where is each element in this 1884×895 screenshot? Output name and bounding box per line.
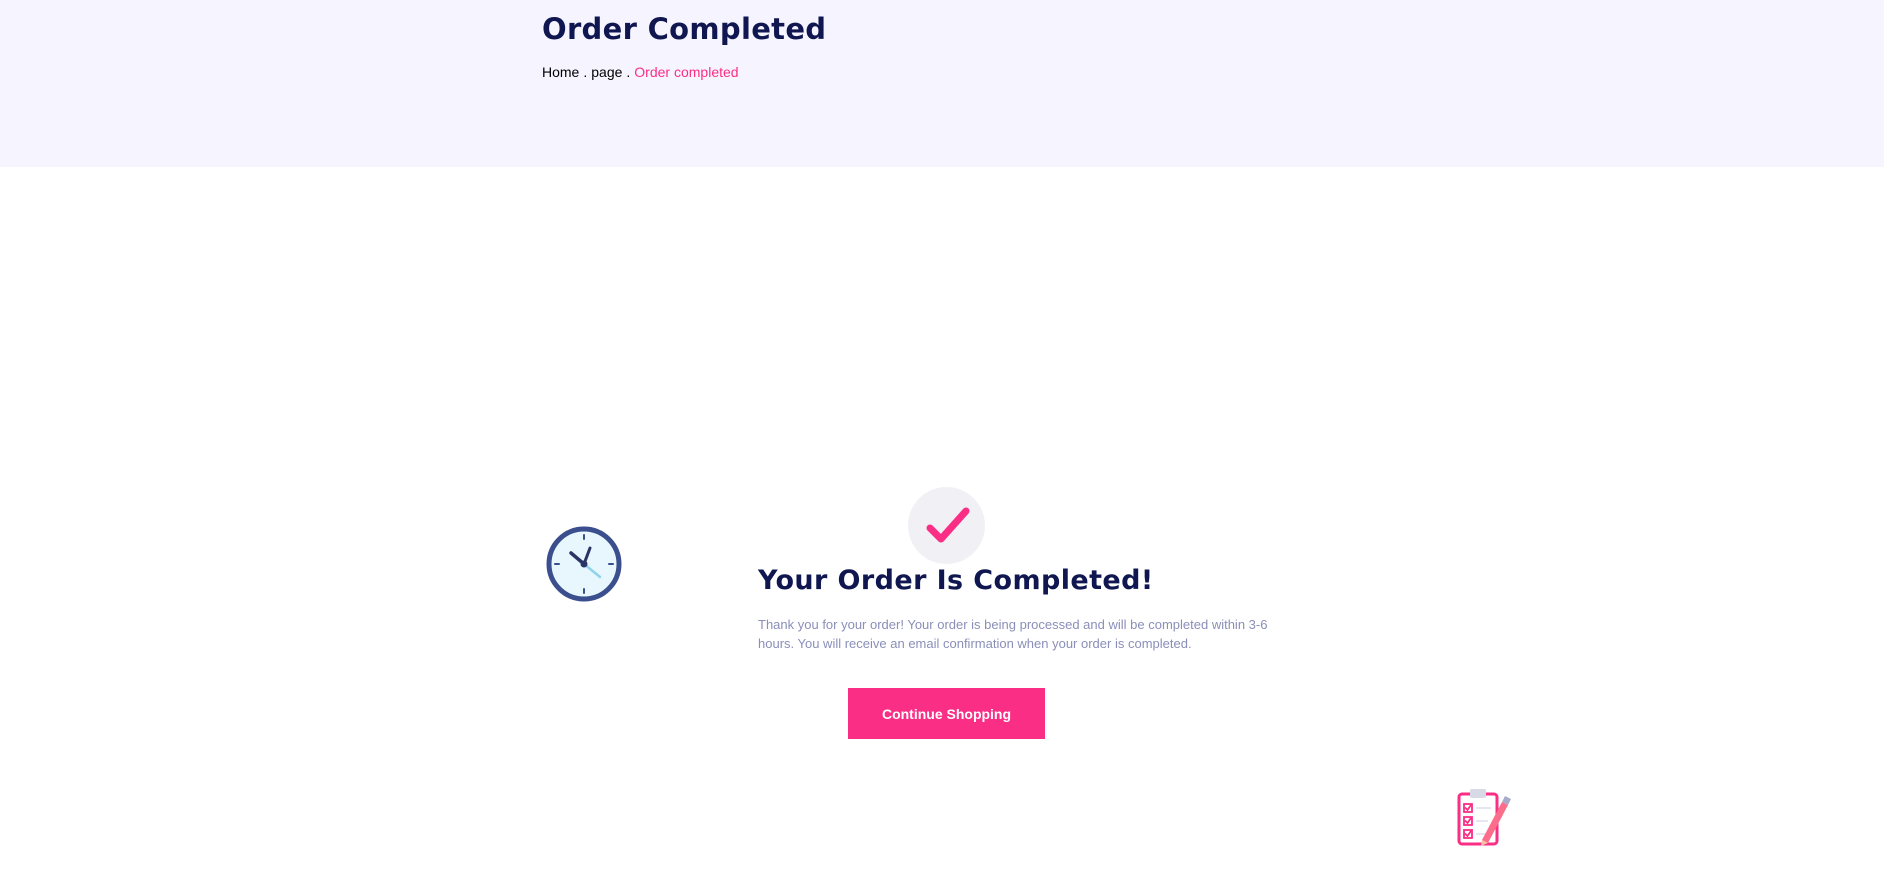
- breadcrumb-separator: .: [626, 64, 631, 80]
- breadcrumb-separator: .: [583, 64, 588, 80]
- page-title: Order Completed: [542, 12, 827, 46]
- breadcrumb: Home. page. Order completed: [542, 64, 739, 80]
- breadcrumb-page[interactable]: page: [591, 64, 622, 80]
- page-header: Order Completed Home. page. Order complete…: [0, 0, 1884, 167]
- clock-icon: [546, 526, 622, 602]
- breadcrumb-current: Order completed: [634, 64, 739, 80]
- order-completed-heading: Your Order Is Completed!: [758, 565, 1154, 596]
- check-icon: [926, 507, 970, 543]
- success-badge: [908, 487, 985, 564]
- order-confirmation-message: Thank you for your order! Your order is …: [758, 617, 1268, 651]
- clipboard-checklist-icon: [1457, 789, 1511, 846]
- breadcrumb-home[interactable]: Home: [542, 64, 579, 80]
- continue-shopping-button[interactable]: Continue Shopping: [848, 688, 1045, 739]
